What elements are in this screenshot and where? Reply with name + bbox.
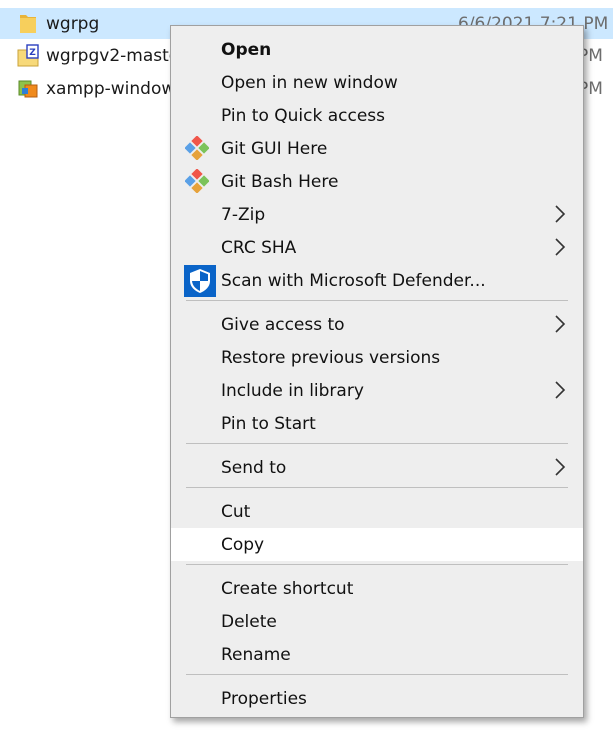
context-menu: Open Open in new window Pin to Quick acc… <box>170 25 584 718</box>
menu-item-label: Scan with Microsoft Defender... <box>221 270 486 291</box>
explorer-window: wgrpg 6/6/2021 7:21 PM Z wgrpgv2-maste P… <box>0 0 613 742</box>
chevron-right-icon <box>553 315 567 333</box>
menu-item-cut[interactable]: Cut <box>171 495 583 528</box>
menu-item-create-shortcut[interactable]: Create shortcut <box>171 572 583 605</box>
menu-item-give-access[interactable]: Give access to <box>171 308 583 341</box>
folder-icon <box>16 13 40 35</box>
menu-item-send-to[interactable]: Send to <box>171 451 583 484</box>
defender-shield-icon <box>184 265 216 297</box>
menu-item-git-bash[interactable]: Git Bash Here <box>171 165 583 198</box>
file-name: xampp-window <box>46 79 176 99</box>
svg-text:Z: Z <box>29 48 36 58</box>
installer-icon <box>16 78 40 100</box>
menu-item-pin-start[interactable]: Pin to Start <box>171 407 583 440</box>
menu-item-label: Delete <box>221 611 277 632</box>
menu-item-label: Cut <box>221 501 251 522</box>
chevron-right-icon <box>553 205 567 223</box>
chevron-right-icon <box>553 238 567 256</box>
menu-item-label: Restore previous versions <box>221 347 441 368</box>
menu-item-open[interactable]: Open <box>171 33 583 66</box>
menu-item-7zip[interactable]: 7-Zip <box>171 198 583 231</box>
menu-item-label: Create shortcut <box>221 578 354 599</box>
menu-separator <box>186 564 568 565</box>
menu-item-label: Properties <box>221 688 307 709</box>
menu-separator <box>186 443 568 444</box>
git-icon <box>184 135 210 161</box>
menu-item-properties[interactable]: Properties <box>171 682 583 715</box>
menu-item-label: Rename <box>221 644 291 665</box>
menu-item-label: Git GUI Here <box>221 138 328 159</box>
file-name: wgrpg <box>46 13 100 34</box>
menu-item-label: Include in library <box>221 380 364 401</box>
menu-item-label: Send to <box>221 457 287 478</box>
menu-item-label: Copy <box>221 534 265 555</box>
menu-item-label: Open in new window <box>221 72 398 93</box>
menu-item-label: Give access to <box>221 314 345 335</box>
menu-item-include-library[interactable]: Include in library <box>171 374 583 407</box>
menu-item-label: CRC SHA <box>221 237 297 258</box>
menu-item-label: Open <box>221 39 272 60</box>
menu-item-copy[interactable]: Copy <box>171 528 583 561</box>
menu-separator <box>186 300 568 301</box>
menu-item-delete[interactable]: Delete <box>171 605 583 638</box>
menu-item-label: Pin to Start <box>221 413 316 434</box>
zip-folder-icon: Z <box>16 44 40 67</box>
chevron-right-icon <box>553 381 567 399</box>
chevron-right-icon <box>553 458 567 476</box>
menu-item-pin-quick-access[interactable]: Pin to Quick access <box>171 99 583 132</box>
menu-separator <box>186 674 568 675</box>
menu-separator <box>186 487 568 488</box>
menu-item-label: 7-Zip <box>221 204 266 225</box>
menu-item-label: Git Bash Here <box>221 171 339 192</box>
file-name: wgrpgv2-maste <box>46 46 180 66</box>
menu-item-open-new-window[interactable]: Open in new window <box>171 66 583 99</box>
git-icon <box>184 168 210 194</box>
menu-item-label: Pin to Quick access <box>221 105 386 126</box>
menu-item-crc-sha[interactable]: CRC SHA <box>171 231 583 264</box>
menu-item-restore-versions[interactable]: Restore previous versions <box>171 341 583 374</box>
menu-item-git-gui[interactable]: Git GUI Here <box>171 132 583 165</box>
menu-item-rename[interactable]: Rename <box>171 638 583 671</box>
menu-item-scan-defender[interactable]: Scan with Microsoft Defender... <box>171 264 583 297</box>
